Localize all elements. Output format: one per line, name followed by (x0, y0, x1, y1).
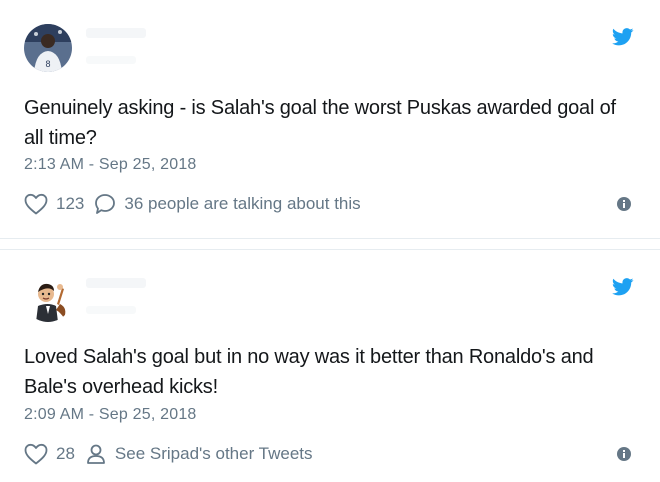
twitter-bird-icon[interactable] (612, 28, 634, 46)
tweet-text: Genuinely asking - is Salah's goal the w… (24, 97, 616, 149)
like-button[interactable]: 123 (24, 193, 84, 215)
conversation-link[interactable]: 36 people are talking about this (94, 193, 361, 215)
heart-icon (24, 443, 48, 465)
avatar[interactable]: 8 (24, 24, 72, 72)
like-count: 28 (56, 444, 75, 463)
footballer-avatar-icon: 8 (24, 24, 72, 72)
tweet-text: Loved Salah's goal but in no way was it … (24, 346, 594, 398)
tweet-timestamp[interactable]: 2:09 AM - Sep 25, 2018 (24, 406, 197, 424)
user-handle-blurred[interactable] (86, 56, 136, 64)
like-button[interactable]: 28 (24, 443, 75, 465)
user-name-blurred[interactable] (86, 278, 146, 288)
tweet-timestamp[interactable]: 2:13 AM - Sep 25, 2018 (24, 156, 197, 174)
tweet-actions: 28 See Sripad's other Tweets (24, 442, 636, 466)
user-name-blurred[interactable] (86, 28, 146, 38)
user-handle-blurred[interactable] (86, 306, 136, 314)
like-count: 123 (56, 194, 85, 213)
tweet-actions: 123 36 people are talking about this (24, 192, 636, 216)
avatar[interactable] (24, 274, 72, 322)
other-tweets-link[interactable]: See Sripad's other Tweets (85, 443, 313, 465)
tweet-card[interactable]: Loved Salah's goal but in no way was it … (0, 250, 660, 482)
person-icon (87, 444, 105, 464)
info-icon[interactable] (616, 196, 632, 212)
heart-icon (24, 193, 48, 215)
tweet-card[interactable]: 8 Genuinely asking - is Salah's goal the… (0, 0, 660, 238)
other-tweets-label: See Sripad's other Tweets (114, 444, 313, 463)
twitter-bird-icon[interactable] (612, 278, 634, 296)
conversation-label: 36 people are talking about this (124, 194, 361, 213)
tweet-separator (0, 238, 660, 250)
svg-text:8: 8 (45, 59, 50, 69)
comment-icon (95, 194, 116, 214)
info-icon[interactable] (616, 446, 632, 462)
bitmoji-avatar-icon (24, 274, 72, 322)
